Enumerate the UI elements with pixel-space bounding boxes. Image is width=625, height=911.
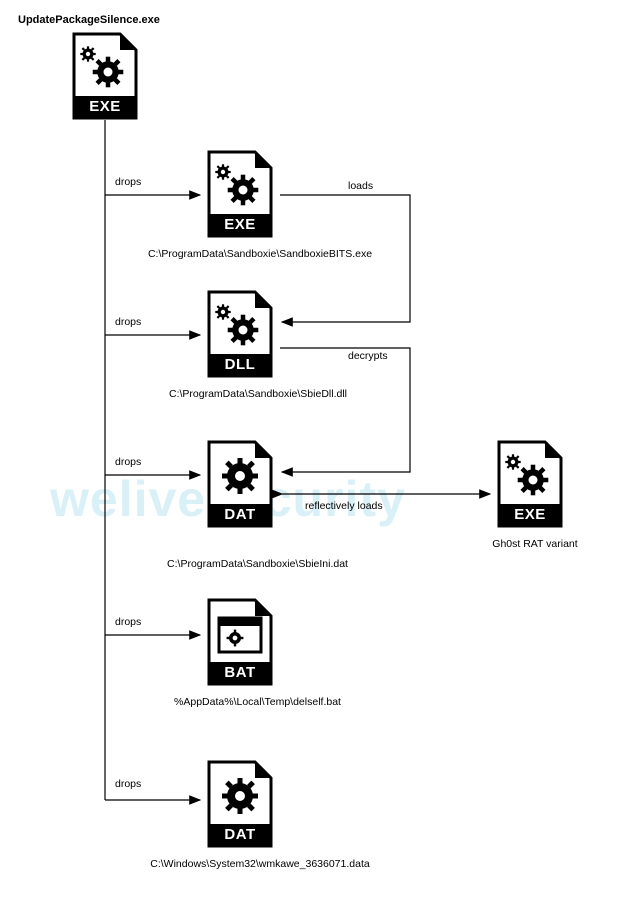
- node-root-exe: EXE: [70, 32, 140, 120]
- file-band: DLL: [208, 354, 272, 376]
- edge-label-reflectively-loads: reflectively loads: [305, 500, 383, 512]
- node-wmkawe-dat: DAT: [205, 760, 275, 848]
- node-sbiedll: DLL: [205, 290, 275, 378]
- file-band: EXE: [208, 214, 272, 236]
- dat-file-icon: DAT: [205, 760, 275, 848]
- caption-sbiedll: C:\ProgramData\Sandboxie\SbieDll.dll: [148, 388, 368, 400]
- dll-file-icon: DLL: [205, 290, 275, 378]
- caption-sbieini: C:\ProgramData\Sandboxie\SbieIni.dat: [145, 558, 370, 570]
- edge-label-drops: drops: [115, 176, 141, 188]
- edge-label-drops: drops: [115, 616, 141, 628]
- dat-file-icon: DAT: [205, 440, 275, 528]
- exe-file-icon: EXE: [495, 440, 565, 528]
- file-band: EXE: [498, 504, 562, 526]
- edge-label-decrypts: decrypts: [348, 350, 388, 362]
- bat-file-icon: BAT: [205, 598, 275, 686]
- caption-delself: %AppData%\Local\Temp\delself.bat: [150, 696, 365, 708]
- caption-sandboxiebits: C:\ProgramData\Sandboxie\SandboxieBITS.e…: [140, 248, 380, 260]
- node-delself-bat: BAT: [205, 598, 275, 686]
- exe-file-icon: EXE: [205, 150, 275, 238]
- node-sandboxiebits-exe: EXE: [205, 150, 275, 238]
- file-band: DAT: [208, 824, 272, 846]
- caption-wmkawe: C:\Windows\System32\wmkawe_3636071.data: [130, 858, 390, 870]
- exe-file-icon: EXE: [70, 32, 140, 120]
- node-ghost-rat: EXE: [495, 440, 565, 528]
- file-band: EXE: [73, 96, 137, 118]
- node-sbieini-dat: DAT: [205, 440, 275, 528]
- file-band: DAT: [208, 504, 272, 526]
- caption-ghost: Gh0st RAT variant: [480, 538, 590, 550]
- diagram-title: UpdatePackageSilence.exe: [18, 14, 160, 26]
- edge-label-drops: drops: [115, 778, 141, 790]
- edge-label-drops: drops: [115, 316, 141, 328]
- edge-label-drops: drops: [115, 456, 141, 468]
- edge-label-loads: loads: [348, 180, 373, 192]
- file-band: BAT: [208, 662, 272, 684]
